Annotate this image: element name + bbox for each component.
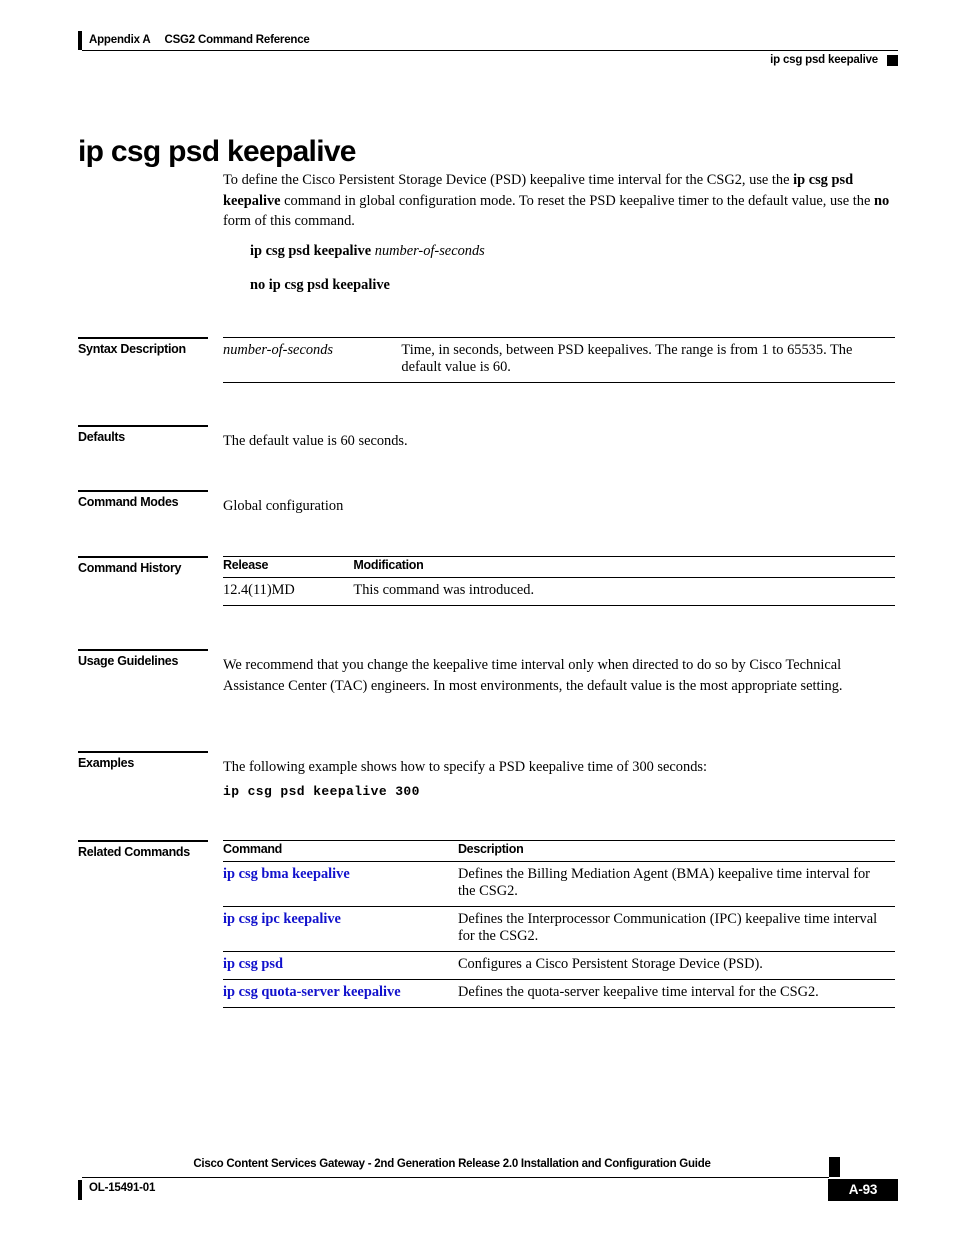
command-history-release-cell: 12.4(11)MD (223, 582, 295, 598)
table-header-row: Command Description (223, 840, 895, 862)
examples-code-block: ip csg psd keepalive 300 (223, 784, 420, 799)
related-command-description-cell: Configures a Cisco Persistent Storage De… (457, 956, 763, 972)
related-command-description-cell: Defines the Billing Mediation Agent (BMA… (457, 866, 870, 899)
table-row: 12.4(11)MD This command was introduced. (223, 578, 895, 606)
footer-left-bar-decoration (78, 1180, 82, 1200)
intro-part-1: To define the Cisco Persistent Storage D… (223, 172, 794, 188)
usage-guidelines-text: We recommend that you change the keepali… (223, 657, 843, 694)
header-left-bar-decoration (78, 30, 82, 50)
header-appendix-label: Appendix A (89, 34, 151, 46)
command-history-modification-cell: This command was introduced. (353, 582, 535, 598)
related-command-description-cell: Defines the Interprocessor Communication… (457, 911, 878, 944)
syntax-param-cell: number-of-seconds (223, 337, 402, 383)
intro-paragraph: To define the Cisco Persistent Storage D… (223, 170, 895, 232)
intro-part-2: command in global configuration mode. To… (280, 192, 874, 209)
header-breadcrumb: Appendix A CSG2 Command Reference (78, 30, 898, 50)
syntax-no-form-line: no ip csg psd keepalive (250, 277, 390, 294)
table-header-row: Release Modification (223, 556, 895, 578)
related-command-description-cell: Defines the quota-server keepalive time … (457, 984, 819, 1000)
related-commands-table: Command Description ip csg bma keepalive… (223, 840, 895, 1008)
table-row: ip csg ipc keepalive Defines the Interpr… (223, 907, 895, 952)
syntax-command-name: ip csg psd keepalive (250, 243, 372, 259)
header-square-marker-icon (887, 54, 898, 66)
syntax-description-cell: Time, in seconds, between PSD keepalives… (401, 337, 895, 383)
link-ip-csg-ipc-keepalive[interactable]: ip csg ipc keepalive (223, 911, 341, 927)
footer-square-marker-icon (829, 1157, 840, 1177)
syntax-command-line: ip csg psd keepalive number-of-seconds (250, 243, 485, 260)
related-command-cell: ip csg quota-server keepalive (223, 980, 458, 1008)
footer-guide-title: Cisco Content Services Gateway - 2nd Gen… (193, 1158, 711, 1170)
header-running-command: ip csg psd keepalive (770, 51, 898, 69)
intro-part-3: form of this command. (223, 213, 355, 229)
command-history-header-modification: Modification (353, 556, 895, 578)
related-command-cell: ip csg ipc keepalive (223, 907, 458, 952)
intro-bold-no: no (873, 192, 890, 209)
footer-document-id: OL-15491-01 (89, 1182, 156, 1194)
link-ip-csg-bma-keepalive[interactable]: ip csg bma keepalive (223, 866, 350, 882)
related-command-cell: ip csg bma keepalive (223, 862, 458, 907)
syntax-command-argument: number-of-seconds (374, 243, 485, 259)
footer-page-number-badge: A-93 (828, 1179, 898, 1201)
table-row: ip csg psd Configures a Cisco Persistent… (223, 952, 895, 980)
syntax-no-form: no ip csg psd keepalive (250, 277, 390, 293)
command-history-header-release: Release (223, 556, 354, 578)
header-chapter-label: CSG2 Command Reference (164, 34, 310, 46)
section-label-examples: Examples (78, 751, 218, 771)
link-ip-csg-quota-server-keepalive[interactable]: ip csg quota-server keepalive (223, 984, 401, 1000)
defaults-text: The default value is 60 seconds. (223, 433, 408, 449)
link-ip-csg-psd[interactable]: ip csg psd (223, 956, 283, 972)
section-label-defaults: Defaults (78, 425, 218, 445)
command-modes-text: Global configuration (223, 498, 344, 514)
table-row: ip csg bma keepalive Defines the Billing… (223, 862, 895, 907)
related-command-cell: ip csg psd (223, 952, 458, 980)
section-label-syntax-description: Syntax Description (78, 337, 218, 357)
command-history-table: Release Modification 12.4(11)MD This com… (223, 556, 895, 606)
section-label-usage-guidelines: Usage Guidelines (78, 649, 218, 669)
examples-intro-text: The following example shows how to speci… (223, 759, 707, 775)
header-appendix-text: Appendix A CSG2 Command Reference (89, 34, 310, 46)
page-header: Appendix A CSG2 Command Reference ip csg … (78, 30, 898, 66)
section-label-related-commands: Related Commands (78, 840, 218, 860)
document-page: Appendix A CSG2 Command Reference ip csg … (0, 0, 954, 1235)
footer-bottom-row: OL-15491-01 A-93 (78, 1178, 898, 1202)
section-label-command-history: Command History (78, 556, 218, 576)
section-label-command-modes: Command Modes (78, 490, 218, 510)
table-row: number-of-seconds Time, in seconds, betw… (223, 337, 895, 383)
syntax-description-table: number-of-seconds Time, in seconds, betw… (223, 337, 895, 383)
related-commands-header-command: Command (223, 840, 458, 862)
table-row: ip csg quota-server keepalive Defines th… (223, 980, 895, 1008)
page-title: ip csg psd keepalive (78, 135, 357, 169)
related-commands-header-description: Description (457, 840, 895, 862)
header-running-command-label: ip csg psd keepalive (770, 54, 878, 66)
